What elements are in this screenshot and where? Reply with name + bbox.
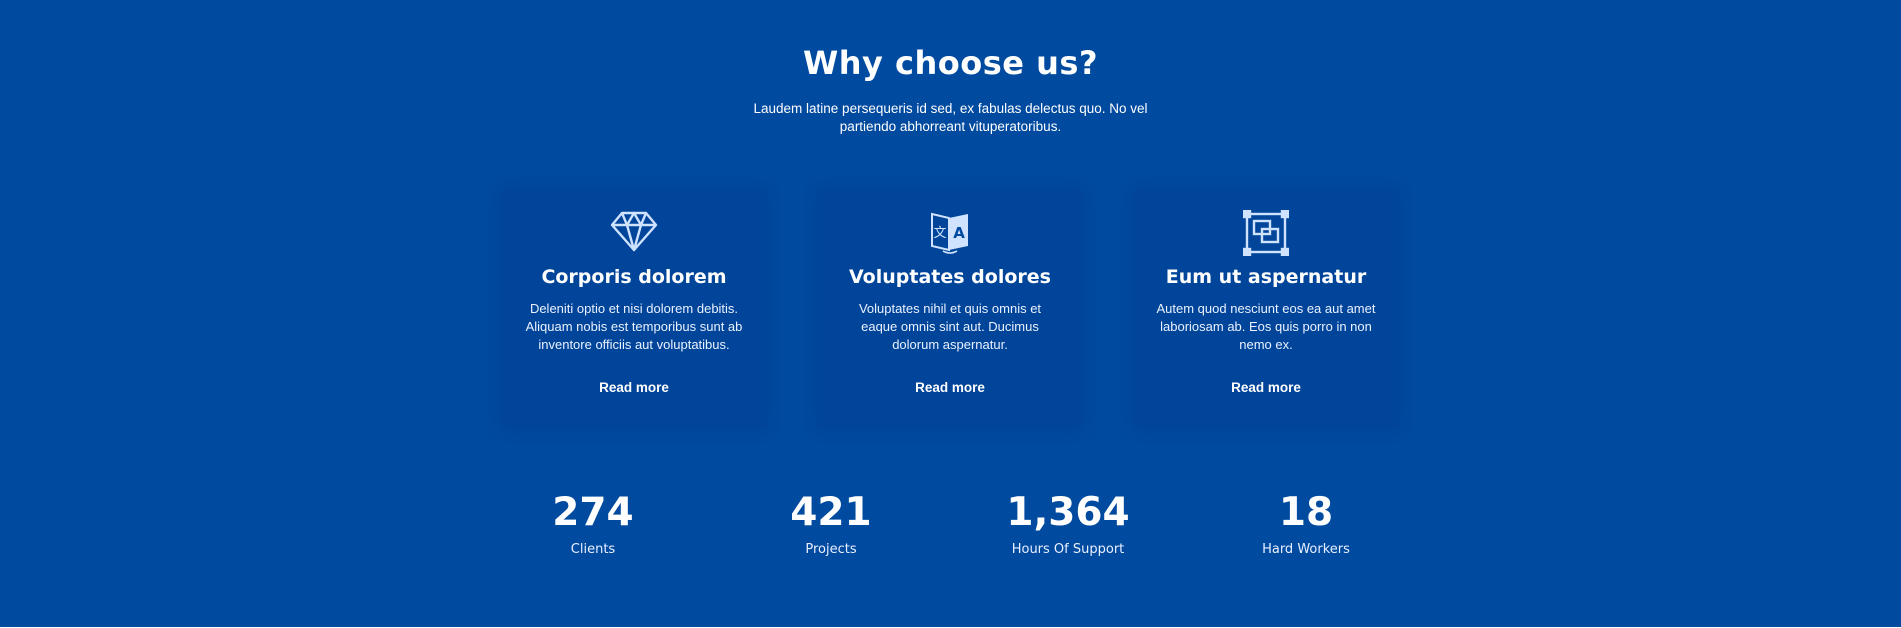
section-subtitle: Laudem latine persequeris id sed, ex fab…	[753, 101, 1148, 134]
stat-label: Hours Of Support	[1011, 542, 1125, 557]
read-more-link[interactable]: Read more	[1134, 380, 1398, 395]
feature-card-text: Deleniti optio et nisi dolorem debitis. …	[525, 301, 743, 352]
svg-text:文: 文	[933, 226, 946, 241]
translate-icon: 文 A	[818, 210, 1082, 258]
stat-value: 18	[1278, 490, 1334, 535]
feature-card-title: Voluptates dolores	[849, 266, 1051, 288]
stat-hours-of-support: 1,364 Hours Of Support	[958, 488, 1178, 557]
layers-frame-icon	[1134, 210, 1398, 258]
feature-card-3: Eum ut aspernatur Autem quod nesciunt eo…	[1134, 190, 1398, 428]
feature-card-2: 文 A Voluptates dolores Voluptates nihil …	[818, 190, 1082, 428]
stat-value: 274	[552, 490, 634, 535]
stat-hard-workers: 18 Hard Workers	[1196, 488, 1416, 557]
read-more-link[interactable]: Read more	[502, 380, 766, 395]
stat-label: Hard Workers	[1262, 542, 1350, 557]
read-more-link[interactable]: Read more	[818, 380, 1082, 395]
why-choose-us-section: Why choose us? Laudem latine persequeris…	[0, 0, 1901, 627]
stat-label: Projects	[805, 542, 857, 557]
stat-value: 1,364	[1006, 490, 1130, 535]
feature-card-text: Voluptates nihil et quis omnis et eaque …	[858, 301, 1042, 352]
feature-card-1: Corporis dolorem Deleniti optio et nisi …	[502, 190, 766, 428]
stat-value: 421	[790, 490, 872, 535]
feature-card-title: Corporis dolorem	[541, 266, 727, 288]
svg-text:A: A	[953, 224, 965, 242]
stat-projects: 421 Projects	[721, 488, 941, 557]
feature-card-title: Eum ut aspernatur	[1165, 266, 1367, 288]
diamond-icon	[502, 210, 766, 258]
feature-card-text: Autem quod nesciunt eos ea aut amet labo…	[1156, 301, 1376, 352]
section-title: Why choose us?	[802, 44, 1099, 82]
stat-clients: 274 Clients	[483, 488, 703, 557]
stat-label: Clients	[570, 542, 616, 557]
